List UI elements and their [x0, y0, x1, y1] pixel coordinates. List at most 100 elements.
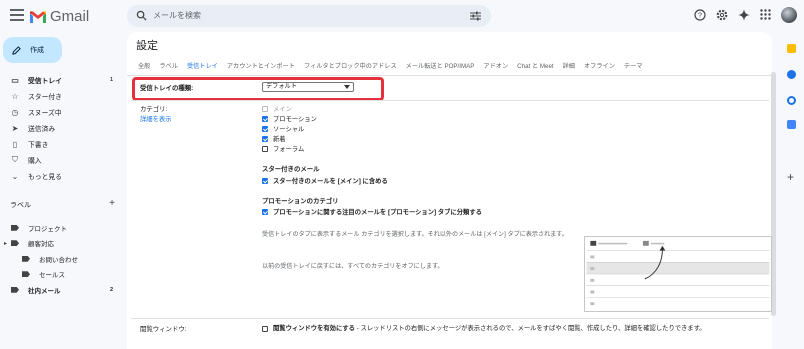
- label-name: お問い合わせ: [39, 256, 78, 264]
- add-label-icon[interactable]: +: [109, 198, 115, 209]
- category-option[interactable]: フォーラム: [262, 144, 304, 153]
- sidebar-item[interactable]: ▯ 下書き: [0, 136, 125, 152]
- chevron-down-icon: ⌄: [11, 171, 19, 181]
- category-checkbox[interactable]: [262, 145, 268, 152]
- category-checkbox[interactable]: [262, 125, 268, 132]
- star-icon: ☆: [11, 91, 19, 101]
- promo-checkbox[interactable]: [262, 208, 268, 215]
- sidebar-item-label: もっと見る: [28, 174, 62, 181]
- label-item[interactable]: 顧客対応 ▸: [0, 236, 125, 252]
- gmail-m-icon: [30, 11, 46, 23]
- sidebar-nav: ▭ 受信トレイ 1 ☆ スター付き ◷ スヌーズ中 ➤ 送信済み ▯ 下書き ⛉ 購入 ⌄ もっと見る: [0, 72, 125, 184]
- promo-option-label: プロモーションに関する注目のメールを [プロモーション] タブに分類する: [273, 209, 482, 216]
- tasks-icon[interactable]: [787, 96, 796, 105]
- sidebar-item[interactable]: ▭ 受信トレイ 1: [0, 72, 125, 88]
- sidebar-item[interactable]: ☆ スター付き: [0, 88, 125, 104]
- label-item[interactable]: 社内メール 2: [0, 282, 125, 298]
- compose-label: 作成: [30, 47, 44, 54]
- add-addon-icon[interactable]: +: [787, 170, 794, 184]
- tabs-divider: [127, 75, 772, 76]
- gemini-sparkle-icon[interactable]: [738, 9, 750, 21]
- revert-description: 以前の受信トレイに戻すには、すべてのカテゴリをオフにします。: [262, 263, 444, 270]
- inbox-type-select[interactable]: デフォルト: [262, 82, 354, 92]
- search-icon[interactable]: [136, 10, 147, 21]
- label-tag-icon: [22, 255, 30, 262]
- inbox-icon: ▭: [11, 75, 19, 85]
- reading-pane-option[interactable]: 閲覧ウィンドウを有効にする - スレッドリストの右側にメッセージが表示されるので…: [262, 324, 762, 334]
- reading-pane-option-label: 閲覧ウィンドウを有効にする: [273, 325, 355, 332]
- settings-tab[interactable]: Chat と Meet: [517, 61, 553, 70]
- account-avatar[interactable]: [781, 7, 797, 23]
- reading-pane-text: 閲覧ウィンドウを有効にする - スレッドリストの右側にメッセージが表示されるので…: [273, 324, 706, 334]
- category-option[interactable]: ソーシャル: [262, 124, 304, 133]
- keep-icon[interactable]: [787, 70, 796, 79]
- label-tag-icon: [11, 286, 19, 293]
- calendar-icon[interactable]: [787, 44, 796, 53]
- sidebar-item-label: 受信トレイ: [28, 78, 62, 85]
- search-input[interactable]: メールを検索: [153, 10, 201, 21]
- svg-text:?: ?: [698, 13, 702, 20]
- settings-gear-icon[interactable]: [716, 9, 728, 21]
- label-item[interactable]: プロジェクト: [0, 220, 125, 236]
- settings-tab[interactable]: テーマ: [624, 61, 643, 70]
- page-title: 設定: [136, 40, 158, 52]
- category-label: フォーラム: [273, 146, 305, 153]
- category-checkbox[interactable]: [262, 115, 268, 122]
- label-name: 顧客対応: [28, 241, 54, 249]
- settings-tab[interactable]: フィルタとブロック中のアドレス: [304, 61, 397, 70]
- settings-tab[interactable]: 受信トレイ: [187, 61, 218, 70]
- settings-tab[interactable]: 詳細: [563, 61, 575, 70]
- search-options-icon[interactable]: [470, 11, 481, 21]
- settings-tab[interactable]: オフライン: [584, 61, 615, 70]
- apps-grid-icon[interactable]: [760, 9, 771, 20]
- sidebar-item-label: 下書き: [28, 142, 49, 149]
- label-tag-icon: [11, 240, 19, 247]
- clock-icon: ◷: [11, 107, 19, 117]
- compose-button[interactable]: 作成: [3, 37, 62, 63]
- starred-option[interactable]: スター付きのメールを [メイン] に含める: [262, 176, 388, 185]
- category-label: メイン: [273, 106, 292, 113]
- inbox-tabs-illustration: [584, 236, 772, 312]
- main-menu-icon[interactable]: [10, 9, 24, 23]
- label-tag-icon: [11, 224, 19, 231]
- label-item[interactable]: セールス: [0, 267, 125, 283]
- category-description: 受信トレイのタブに表示するメール カテゴリを選択します。それ以外のメールは [メ…: [262, 231, 568, 238]
- unread-count: 2: [109, 286, 113, 293]
- sidebar-item[interactable]: ➤ 送信済み: [0, 120, 125, 136]
- gmail-logo[interactable]: Gmail: [30, 8, 89, 25]
- category-checkbox[interactable]: [262, 135, 268, 142]
- category-label: プロモーション: [273, 116, 317, 123]
- sidebar-item[interactable]: ◷ スヌーズ中: [0, 104, 125, 120]
- inbox-type-value: デフォルト: [266, 83, 297, 90]
- promo-option[interactable]: プロモーションに関する注目のメールを [プロモーション] タブに分類する: [262, 207, 482, 216]
- starred-option-label: スター付きのメールを [メイン] に含める: [273, 178, 388, 185]
- settings-tab[interactable]: メール転送と POP/IMAP: [406, 61, 475, 70]
- unread-count: 1: [109, 77, 113, 83]
- divider: [131, 318, 769, 319]
- label-tag-icon: [22, 271, 30, 278]
- sidebar-item-label: スヌーズ中: [28, 110, 62, 117]
- reading-pane-label: 閲覧ウィンドウ:: [140, 326, 187, 333]
- reading-pane-option-desc: - スレッドリストの右側にメッセージが表示されるので、メールをすばやく閲覧、作成…: [354, 325, 706, 332]
- settings-tab[interactable]: アドオン: [483, 61, 508, 70]
- sidebar-item-label: 購入: [28, 158, 42, 165]
- label-item[interactable]: お問い合わせ: [0, 251, 125, 267]
- search-bar[interactable]: メールを検索: [127, 5, 491, 27]
- settings-tab[interactable]: 全般: [138, 61, 150, 70]
- help-icon[interactable]: ?: [694, 9, 706, 21]
- contacts-icon[interactable]: [787, 120, 796, 129]
- details-link[interactable]: 詳細を表示: [140, 114, 171, 123]
- sidebar-item[interactable]: ⛉ 購入: [0, 152, 125, 168]
- category-label: ソーシャル: [273, 126, 305, 133]
- sidebar-item[interactable]: ⌄ もっと見る: [0, 168, 125, 184]
- category-option[interactable]: 新着: [262, 134, 286, 143]
- starred-heading: スター付きのメール: [262, 166, 320, 173]
- send-icon: ➤: [11, 123, 19, 133]
- settings-tab[interactable]: アカウントとインポート: [227, 61, 295, 70]
- expand-caret-icon[interactable]: ▸: [4, 240, 7, 247]
- reading-pane-checkbox[interactable]: [262, 326, 268, 332]
- settings-tab[interactable]: ラベル: [159, 61, 178, 70]
- starred-checkbox[interactable]: [262, 177, 268, 184]
- category-option[interactable]: プロモーション: [262, 114, 317, 123]
- divider: [131, 100, 769, 101]
